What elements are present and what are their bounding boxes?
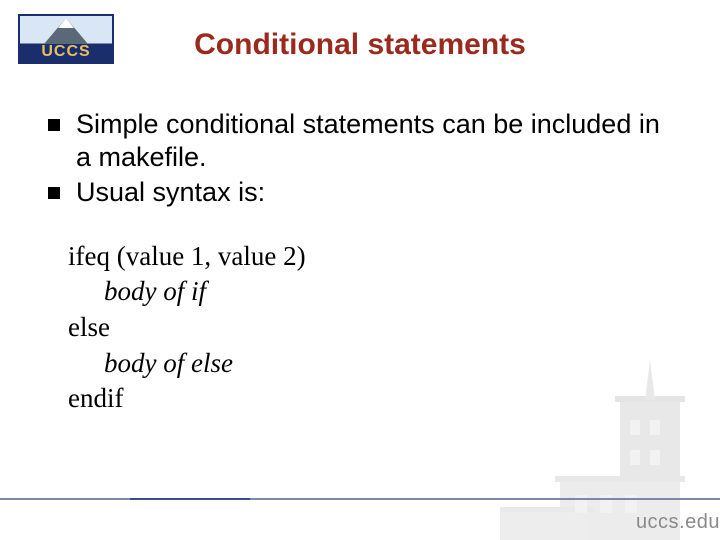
mountain-snow-icon [58,18,74,28]
code-block: ifeq (value 1, value 2) body of if else … [68,239,680,417]
code-line: else [68,310,680,346]
logo-text: UCCS [41,43,90,62]
code-line: body of else [68,346,680,382]
footer-url: uccs.edu [636,511,720,534]
code-line: endif [68,381,680,417]
bullet-item: Usual syntax is: [46,176,680,209]
footer-divider [0,498,720,500]
slide-title: Conditional statements [0,28,720,62]
bullet-list: Simple conditional statements can be inc… [46,108,680,209]
slide-content: Simple conditional statements can be inc… [46,108,680,417]
footer-accent [130,498,250,500]
bullet-item: Simple conditional statements can be inc… [46,108,680,174]
code-line: ifeq (value 1, value 2) [68,239,680,275]
code-line: body of if [68,274,680,310]
